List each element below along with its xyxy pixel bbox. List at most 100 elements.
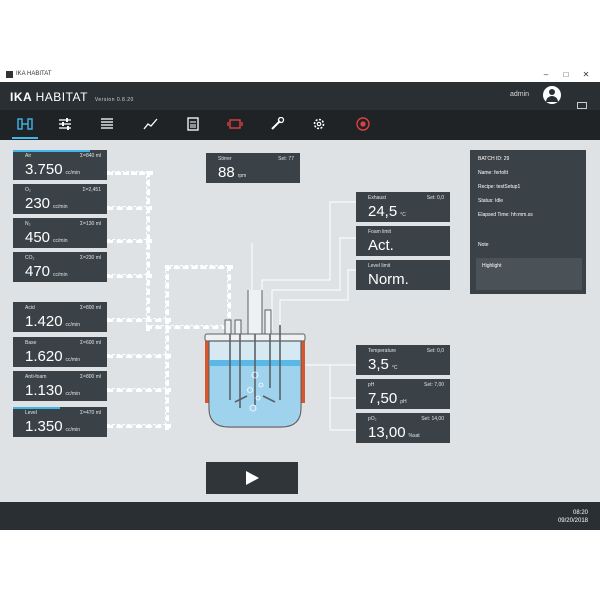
panel-label: pO₂ [368,416,377,422]
panel-label: Foam limit [368,229,392,235]
list-icon [101,118,113,129]
panel-label: pH [368,382,375,388]
brand-name: IKA [10,90,32,104]
tab-trends[interactable] [138,113,164,137]
version-label: Version 0.8.20 [94,97,134,103]
value-text: 230 [25,195,51,212]
ph-panel[interactable]: pH Set: 7,00 7,50 pH [356,379,450,409]
value-text: 1.620 [25,348,63,365]
value-unit: °C [400,212,406,218]
panel-value: 1.620 cc/min [25,348,80,365]
panel-value: 450 cc/min [25,229,67,246]
panel-value: 24,5 °C [368,203,406,220]
pump-base-panel[interactable]: Base Σ=600 ml 1.620 cc/min [13,337,107,367]
batch-elapsed-time: Elapsed Time: hh:mm.ss [478,212,533,218]
pump-level-panel[interactable]: Level Σ=470 ml 1.350 cc/min [13,407,107,437]
window-titlebar: IKA HABITAT – □ ✕ [0,68,600,82]
value-unit: %sat [408,433,420,439]
tab-service[interactable] [264,113,290,137]
exhaust-panel[interactable]: Exhaust Set: 0,0 24,5 °C [356,192,450,222]
air-volume-bar [13,150,91,152]
overview-icon [17,118,33,130]
gas-n2-panel[interactable]: N₂ Σ=130 ml 450 cc/min [13,218,107,248]
note-field[interactable]: Highlight [476,258,582,290]
tab-list[interactable] [94,113,120,137]
panel-label: Exhaust [368,195,387,201]
batch-status: Status: Idle [478,198,504,204]
motor-icon [227,119,243,129]
main-toolbar [0,110,600,140]
foam-limit-panel[interactable]: Foam limit Act. [356,226,450,256]
batch-info-panel: BATCH ID: 29 Name: fertoltt Recipe: test… [470,150,586,294]
tab-overview[interactable] [12,113,38,139]
panel-sum: Σ=470 ml [79,410,101,416]
pump-antifoam-panel[interactable]: Anti-foam Σ=800 ml 1.130 cc/min [13,371,107,401]
panel-setpoint: Set: 77 [278,156,294,162]
minimize-button[interactable]: – [538,69,554,81]
po2-panel[interactable]: pO₂ Set: 14,00 13,00 %sat [356,413,450,443]
record-icon [356,117,370,131]
record-button[interactable] [350,113,376,137]
value-text: 450 [25,229,51,246]
value-unit: pH [400,399,407,405]
clipboard-icon [187,117,199,131]
value-text: Act. [368,237,394,254]
panel-sum: Σ=800 ml [79,305,101,311]
note-label: Note [478,242,489,248]
gas-co2-panel[interactable]: CO₂ Σ=230 ml 470 cc/min [13,252,107,282]
value-text: 7,50 [368,390,398,407]
value-text: 13,00 [368,424,406,441]
value-unit: cc/min [65,391,80,397]
value-text: 470 [25,263,51,280]
trend-chart-icon [143,118,158,130]
tab-parameters[interactable] [52,113,78,137]
gas-o2-panel[interactable]: O₂ Σ=2,451 230 cc/min [13,184,107,214]
settings-sliders-icon [59,118,71,130]
panel-sum: Σ=600 ml [79,340,101,346]
maximize-button[interactable]: □ [558,69,574,81]
stirrer-panel[interactable]: Stirrer Set: 77 88 rpm [206,153,300,183]
panel-sum: Σ=800 ml [79,374,101,380]
panel-label: Anti-foam [25,374,47,380]
value-text: 3.750 [25,161,63,178]
value-text: 3,5 [368,356,389,373]
value-unit: rpm [237,173,247,179]
window-title: IKA HABITAT [16,71,52,77]
panel-label: Acid [25,305,35,311]
clock-time: 08:20 [572,510,588,516]
panel-label: Level [25,410,37,416]
panel-sum: Σ=2,451 [82,187,101,193]
panel-sum: Σ=130 ml [79,221,101,227]
app-header: IKA HABITAT Version 0.8.20 admin [0,82,600,110]
value-unit: cc/min [53,238,68,244]
start-button[interactable] [206,462,298,494]
panel-value: 1.350 cc/min [25,418,80,435]
close-button[interactable]: ✕ [578,69,594,81]
tab-protocol[interactable] [180,113,206,137]
batch-name: Name: fertoltt [478,170,509,176]
panel-label: O₂ [25,187,31,193]
brand-logo: IKA HABITAT Version 0.8.20 [10,90,134,104]
value-unit: cc/min [65,427,80,433]
clock-date: 09/20/2018 [557,518,588,524]
value-unit: cc/min [53,204,68,210]
panel-value: Norm. [368,271,409,288]
temperature-panel[interactable]: Temperature Set: 0,0 3,5 °C [356,345,450,375]
gas-air-panel[interactable]: Air Σ=840 ml 3.750 cc/min [13,150,107,180]
tab-settings[interactable] [306,113,332,137]
panel-value: 230 cc/min [25,195,67,212]
tab-devices[interactable] [222,113,248,137]
user-name: admin [510,91,530,98]
avatar-icon[interactable] [543,86,561,104]
batch-recipe: Recipe: testSetup1 [478,184,521,190]
panel-value: 1.420 cc/min [25,313,80,330]
pump-acid-panel[interactable]: Acid Σ=800 ml 1.420 cc/min [13,302,107,332]
level-limit-panel[interactable]: Level limit Norm. [356,260,450,290]
panel-label: Stirrer [218,156,232,162]
value-unit: °C [391,365,398,371]
logout-icon[interactable] [577,102,587,109]
app-window: IKA HABITAT – □ ✕ IKA HABITAT Version 0.… [0,68,600,530]
panel-sum: Σ=230 ml [79,255,101,261]
panel-label: Temperature [368,348,397,354]
panel-setpoint: Set: 0,0 [426,348,444,354]
